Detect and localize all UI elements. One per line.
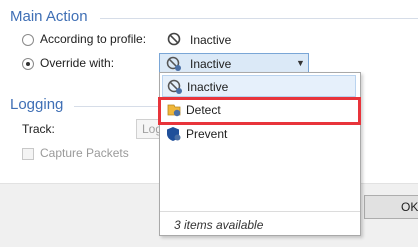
items-available-text: 3 items available [174,218,264,232]
inactive-icon [167,79,183,95]
capture-packets-label: Capture Packets [40,146,129,160]
main-action-title: Main Action [10,8,88,25]
track-select[interactable]: Log [136,119,160,139]
ok-button[interactable]: OK [364,195,418,219]
dropdown-item-prevent[interactable]: Prevent [162,123,356,145]
according-to-profile-radio[interactable] [22,34,34,46]
dropdown-item-label: Inactive [187,80,229,94]
profile-value: Inactive [190,33,232,47]
chevron-down-icon: ▼ [296,58,305,68]
override-select[interactable]: Inactive ▼ [159,53,309,73]
dropdown-item-inactive[interactable]: Inactive [162,75,356,97]
capture-packets-checkbox[interactable] [22,148,34,160]
track-label: Track: [22,122,55,136]
inactive-icon [167,32,181,46]
override-select-value: Inactive [190,57,232,71]
dropdown-item-label: Prevent [186,127,228,141]
prevent-icon [166,126,182,142]
detect-highlight [158,97,361,125]
override-with-radio[interactable] [22,58,34,70]
according-to-profile-label: According to profile: [40,32,147,46]
dropdown-divider [160,211,360,212]
ok-button-label: OK [401,200,418,214]
logging-divider [74,106,160,107]
main-action-divider [100,18,418,19]
override-with-label: Override with: [40,56,115,70]
logging-title: Logging [10,96,64,113]
